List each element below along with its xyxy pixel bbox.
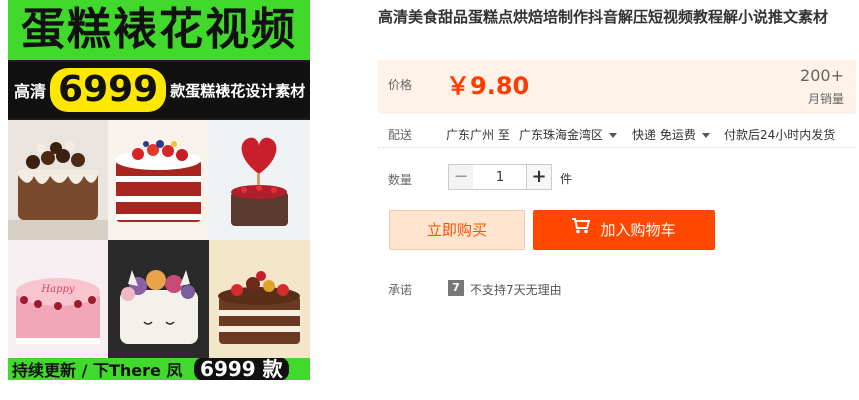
promise-text[interactable]: 不支持7天无理由 [470,281,562,298]
cake-photo-berry [108,120,209,240]
product-title: 高清美食甜品蛋糕点烘焙培制作抖音解压短视频教程解小说推文素材 [378,8,829,26]
cake-photo-naked-fruit [209,240,310,360]
quantity-input[interactable]: 1 [473,164,527,190]
delivery-fee-select[interactable]: 快递 免运费 [632,126,710,143]
no-return-icon: 7 [448,280,464,296]
buy-now-button[interactable]: 立即购买 [389,210,525,250]
delivery-time: 付款后24小时内发货 [724,128,836,142]
delivery-fee: 快递 免运费 [632,128,696,142]
banner-bottom: 持续更新 / 下There 凤 6999 款 [8,358,310,380]
cake-photo-pink-birthday: Happy [8,240,108,360]
price-value: ￥9.80 [446,72,530,100]
delivery-row: 配送 广东广州 至 广东珠海金湾区 快递 免运费 付款后24小时内发货 [378,118,856,148]
banner-count: 6999 [50,68,167,112]
add-to-cart-button[interactable]: 加入购物车 [533,210,715,250]
add-to-cart-label: 加入购物车 [600,221,676,239]
quantity-label: 数量 [388,173,413,187]
quantity-decrease-button[interactable]: − [448,164,474,190]
delivery-label: 配送 [388,128,413,142]
quantity-increase-button[interactable]: + [526,164,552,190]
chevron-down-icon [609,133,618,138]
monthly-sales-label: 月销量 [807,92,844,106]
quantity-row: 数量 − 1 + 件 [378,160,856,194]
delivery-destination-select[interactable]: 广东珠海金湾区 [519,126,618,143]
delivery-from: 广东广州 至 [446,128,510,142]
cake-photo-unicorn [108,240,209,360]
buy-now-label: 立即购买 [426,221,487,239]
price-panel: 价格 ￥9.80 200+ 月销量 [378,60,856,114]
monthly-sales-count: 200+ [800,66,844,85]
cake-photo-grid: Happy [8,120,310,360]
banner-subtitle: 高清 6999 款蛋糕裱花设计素材 [8,62,310,118]
chevron-down-icon [701,133,710,138]
product-main-image[interactable]: 蛋糕裱花视频 高清 6999 款蛋糕裱花设计素材 Happy 持续更新 / 下T… [8,0,310,380]
cake-photo-heart [209,120,310,240]
quantity-unit: 件 [560,172,573,186]
cake-photo-chocolate [8,120,108,240]
cart-icon [572,209,591,249]
banner-bottom-count: 6999 款 [194,358,289,380]
promise-row: 承诺 7 不支持7天无理由 [378,278,856,298]
promise-label: 承诺 [388,283,413,297]
svg-text:Happy: Happy [40,284,74,295]
banner-sub-text: 款蛋糕裱花设计素材 [170,81,306,100]
banner-bottom-text: 持续更新 / 下There 凤 [12,361,183,380]
banner-title: 蛋糕裱花视频 [8,0,310,60]
price-label: 价格 [388,78,413,92]
delivery-destination: 广东珠海金湾区 [519,128,604,142]
banner-hd-label: 高清 [14,82,47,101]
